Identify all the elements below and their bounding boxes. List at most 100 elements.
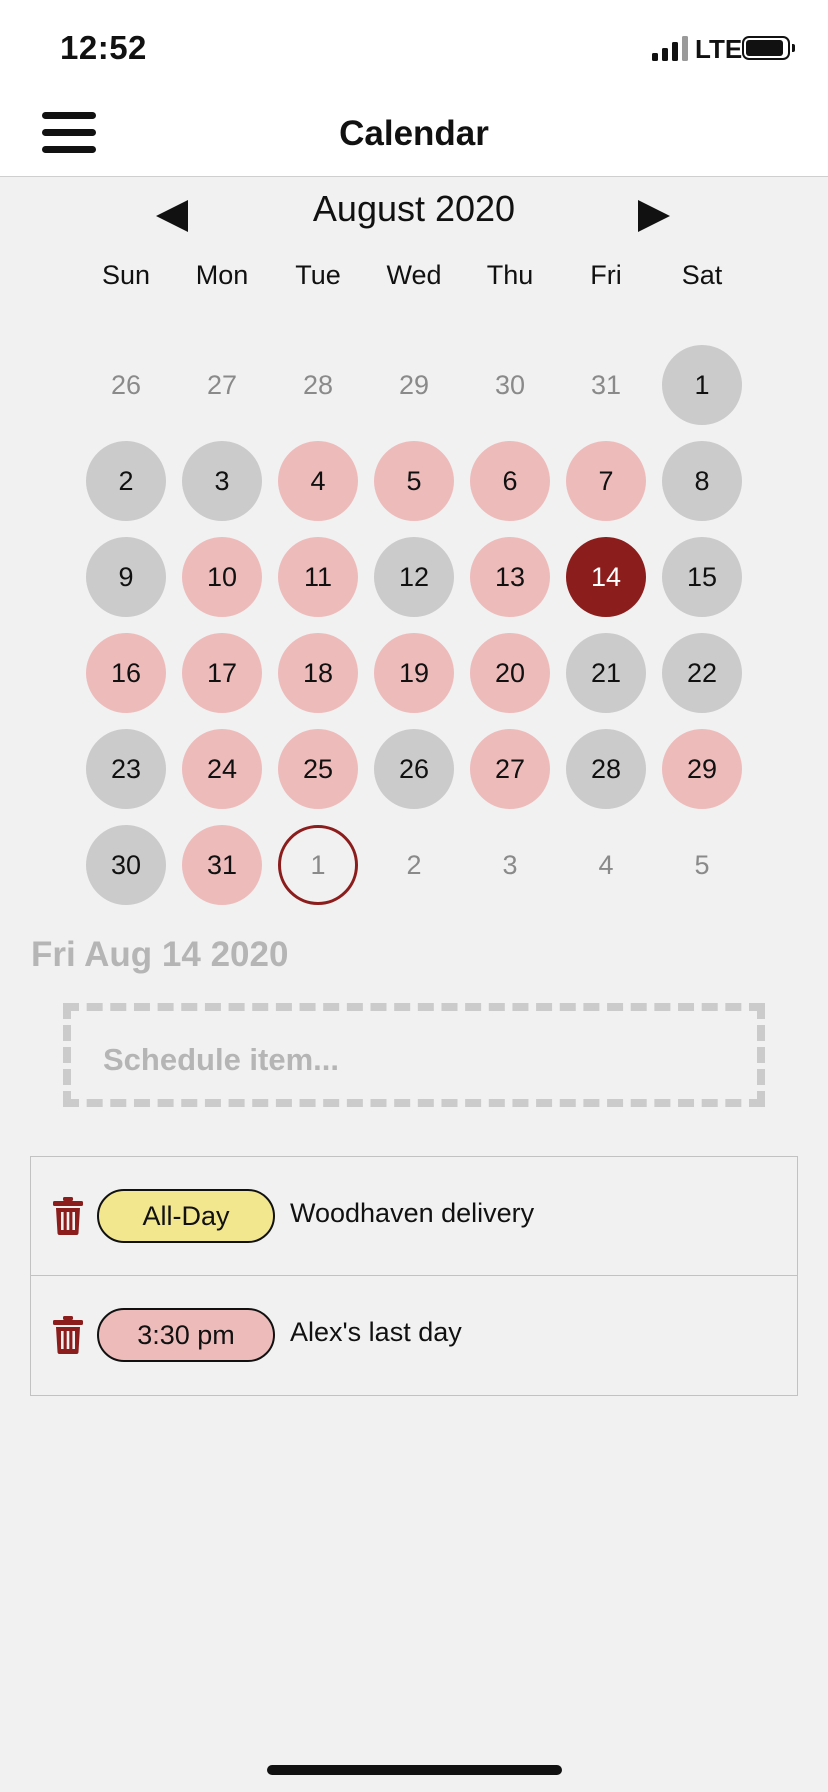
calendar-day-cell: 2: [78, 433, 174, 529]
calendar-day-selected[interactable]: 14: [566, 537, 646, 617]
calendar-day-cell: 26: [78, 337, 174, 433]
event-time-pill[interactable]: All-Day: [97, 1189, 275, 1243]
weekday-fri: Fri: [590, 260, 622, 290]
weekday-mon: Mon: [195, 260, 249, 290]
event-list: All-Day Woodhaven delivery 3:30 pm Alex'…: [30, 1156, 798, 1396]
calendar-day-cell: 21: [558, 625, 654, 721]
calendar-day-busy[interactable]: 25: [278, 729, 358, 809]
calendar-day-busy[interactable]: 11: [278, 537, 358, 617]
calendar-day-cell: 6: [462, 433, 558, 529]
calendar-day-cell: 19: [366, 625, 462, 721]
calendar-day-free[interactable]: 2: [86, 441, 166, 521]
calendar-day-busy[interactable]: 16: [86, 633, 166, 713]
calendar-day-cell: 1: [270, 817, 366, 913]
calendar-day-free[interactable]: 23: [86, 729, 166, 809]
cellular-signal-icon: [652, 36, 688, 61]
calendar-day-free[interactable]: 12: [374, 537, 454, 617]
calendar-day-cell: 4: [558, 817, 654, 913]
calendar-day-cell: 3: [174, 433, 270, 529]
home-indicator: [267, 1765, 562, 1775]
calendar-day-busy[interactable]: 20: [470, 633, 550, 713]
selected-date-heading: Fri Aug 14 2020: [31, 935, 289, 974]
calendar-day-today[interactable]: 1: [278, 825, 358, 905]
battery-tip: [792, 44, 795, 52]
weekday-thu: Thu: [486, 260, 534, 290]
calendar-day-cell: 27: [462, 721, 558, 817]
calendar-day-out[interactable]: 27: [182, 345, 262, 425]
calendar-day-busy[interactable]: 29: [662, 729, 742, 809]
calendar-day-free[interactable]: 30: [86, 825, 166, 905]
calendar-day-cell: 13: [462, 529, 558, 625]
calendar-day-cell: 25: [270, 721, 366, 817]
calendar-day-cell: 8: [654, 433, 750, 529]
trash-icon[interactable]: [53, 1197, 83, 1235]
next-month-button[interactable]: [624, 188, 684, 244]
calendar-day-cell: 16: [78, 625, 174, 721]
calendar-day-cell: 15: [654, 529, 750, 625]
calendar-day-busy[interactable]: 10: [182, 537, 262, 617]
nav-bar: Calendar: [0, 96, 828, 177]
calendar-day-free[interactable]: 8: [662, 441, 742, 521]
battery-icon: [742, 36, 790, 60]
calendar-day-cell: 3: [462, 817, 558, 913]
calendar-day-busy[interactable]: 13: [470, 537, 550, 617]
event-row: 3:30 pm Alex's last day: [31, 1276, 797, 1395]
month-label: August 2020: [312, 188, 516, 229]
calendar-day-cell: 22: [654, 625, 750, 721]
status-time: 12:52: [60, 29, 147, 66]
calendar-day-cell: 2: [366, 817, 462, 913]
calendar-day-busy[interactable]: 7: [566, 441, 646, 521]
calendar-day-out[interactable]: 4: [566, 825, 646, 905]
calendar-day-cell: 1: [654, 337, 750, 433]
calendar-day-busy[interactable]: 6: [470, 441, 550, 521]
schedule-item-box[interactable]: [63, 1003, 765, 1107]
calendar-day-free[interactable]: 3: [182, 441, 262, 521]
trash-icon[interactable]: [53, 1316, 83, 1354]
calendar-day-busy[interactable]: 5: [374, 441, 454, 521]
calendar-day-free[interactable]: 28: [566, 729, 646, 809]
calendar-day-out[interactable]: 30: [470, 345, 550, 425]
event-title[interactable]: Woodhaven delivery: [290, 1198, 534, 1229]
calendar-day-cell: 27: [174, 337, 270, 433]
calendar-day-busy[interactable]: 19: [374, 633, 454, 713]
calendar-day-busy[interactable]: 24: [182, 729, 262, 809]
calendar-day-cell: 17: [174, 625, 270, 721]
network-type: LTE: [695, 34, 743, 64]
calendar-day-cell: 14: [558, 529, 654, 625]
event-title[interactable]: Alex's last day: [290, 1317, 462, 1348]
schedule-item-input[interactable]: [101, 1039, 705, 1081]
calendar-day-out[interactable]: 29: [374, 345, 454, 425]
calendar-day-free[interactable]: 1: [662, 345, 742, 425]
calendar-day-out[interactable]: 5: [662, 825, 742, 905]
calendar-day-busy[interactable]: 4: [278, 441, 358, 521]
calendar-day-free[interactable]: 15: [662, 537, 742, 617]
calendar-day-cell: 24: [174, 721, 270, 817]
event-row: All-Day Woodhaven delivery: [31, 1157, 797, 1276]
calendar-day-out[interactable]: 28: [278, 345, 358, 425]
calendar-day-free[interactable]: 22: [662, 633, 742, 713]
calendar-day-cell: 31: [558, 337, 654, 433]
calendar-grid: 26 27 28 29 30 31 1 2 3 4 5 6 7 8 9 10 11 12 13 14 15 16 17 18 1…: [78, 337, 750, 913]
status-bar: 12:52 LTE: [0, 0, 828, 96]
calendar-day-free[interactable]: 26: [374, 729, 454, 809]
calendar-day-out[interactable]: 31: [566, 345, 646, 425]
event-time-pill[interactable]: 3:30 pm: [97, 1308, 275, 1362]
calendar-day-out[interactable]: 3: [470, 825, 550, 905]
calendar-day-cell: 11: [270, 529, 366, 625]
calendar-day-busy[interactable]: 17: [182, 633, 262, 713]
calendar-day-free[interactable]: 21: [566, 633, 646, 713]
calendar-day-out[interactable]: 2: [374, 825, 454, 905]
triangle-right-icon: [638, 200, 670, 232]
calendar-day-cell: 26: [366, 721, 462, 817]
weekday-wed: Wed: [386, 260, 442, 290]
calendar-day-free[interactable]: 9: [86, 537, 166, 617]
weekday-header: Sun Mon Tue Wed Thu Fri Sat: [78, 260, 750, 304]
page-title: Calendar: [339, 114, 489, 153]
calendar-day-cell: 28: [270, 337, 366, 433]
calendar-day-cell: 9: [78, 529, 174, 625]
calendar-day-busy[interactable]: 18: [278, 633, 358, 713]
calendar-day-busy[interactable]: 31: [182, 825, 262, 905]
calendar-day-out[interactable]: 26: [86, 345, 166, 425]
calendar-day-busy[interactable]: 27: [470, 729, 550, 809]
calendar-day-cell: 29: [654, 721, 750, 817]
